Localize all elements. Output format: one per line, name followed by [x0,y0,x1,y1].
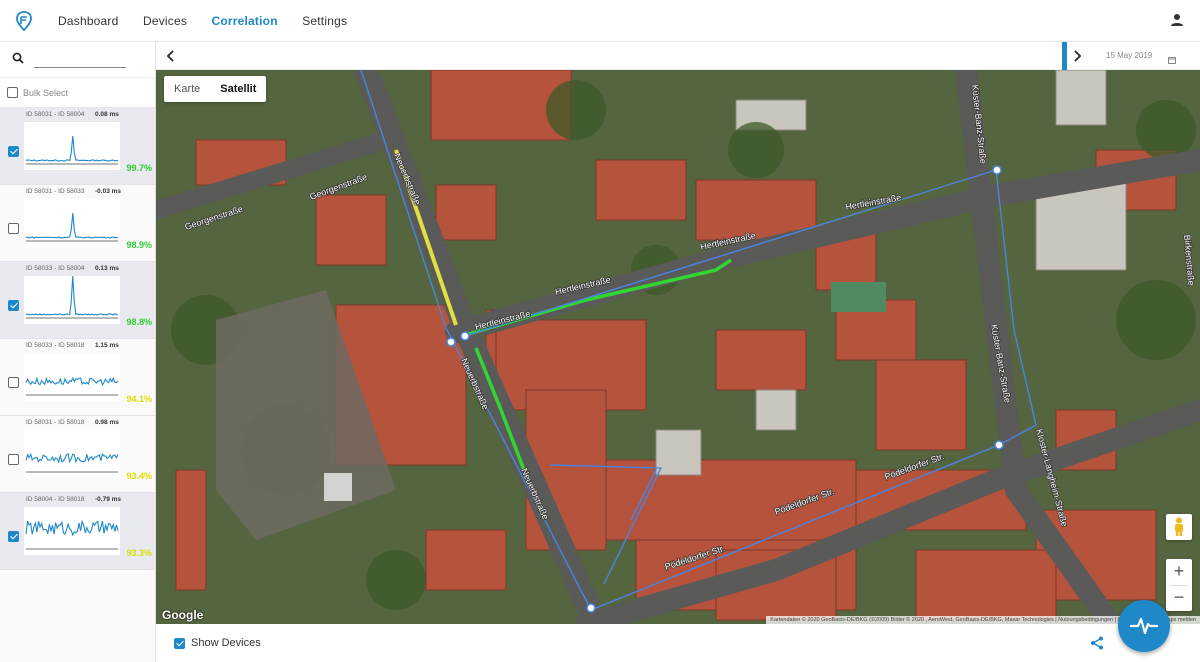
google-logo: Google [162,608,204,622]
item-checkbox[interactable] [8,146,19,157]
correlation-plot [24,276,120,324]
satellite-map[interactable]: Georgenstraße Georgenstraße Neuerbstraße… [156,70,1200,624]
time-offset-label: 0.13 ms [95,265,119,272]
date-field[interactable]: 15 May 2019 [1106,51,1152,60]
item-checkbox[interactable] [8,300,19,311]
correlation-percentage: 94.1% [126,394,152,404]
item-checkbox-wrap [8,221,19,239]
correlation-plot [24,353,120,401]
item-checkbox[interactable] [8,377,19,388]
list-item[interactable]: ID 58031 - ID 58004 0.08 ms 99.7% [0,108,155,185]
zoom-divider [1170,585,1188,586]
device-pair-label: ID 58031 - ID 58004 [26,111,85,118]
nav-dashboard[interactable]: Dashboard [58,14,119,28]
zoom-out-button[interactable]: − [1166,585,1192,611]
list-item[interactable]: ID 58004 - ID 58018 -0.79 ms 93.3% [0,493,155,570]
search-icon [12,51,24,69]
time-offset-label: -0.03 ms [95,188,122,195]
list-item[interactable]: ID 58031 - ID 58018 0.98 ms 93.4% [0,416,155,493]
correlation-percentage: 99.7% [126,163,152,173]
device-pair-label: ID 58033 - ID 58004 [26,265,85,272]
time-offset-label: 0.08 ms [95,111,119,118]
show-devices-label: Show Devices [191,637,261,649]
logo-icon[interactable] [14,10,34,31]
correlation-list-panel: Bulk Select ID 58031 - ID 58004 0.08 ms 99… [0,42,156,662]
item-checkbox[interactable] [8,531,19,542]
show-devices-checkbox[interactable] [174,637,185,649]
map-imagery: Georgenstraße Georgenstraße Neuerbstraße… [156,70,1200,624]
time-offset-label: 0.98 ms [95,419,119,426]
correlation-percentage: 98.9% [126,240,152,250]
nav-correlation[interactable]: Correlation [212,14,278,28]
device-pair-label: ID 58031 - ID 58018 [26,419,85,426]
map-footer: Show Devices [156,624,1200,662]
item-checkbox-wrap [8,529,19,547]
device-pair-label: ID 58004 - ID 58018 [26,496,85,503]
plot-line [25,276,119,316]
bulk-select-row[interactable]: Bulk Select [0,78,155,108]
plot-line [25,135,119,162]
zoom-controls: + − [1166,559,1192,611]
bulk-select-checkbox[interactable] [7,87,18,98]
correlation-plot [24,430,120,478]
item-checkbox[interactable] [8,454,19,465]
top-navigation-bar: Dashboard Devices Correlation Settings [0,0,1200,42]
list-item[interactable]: ID 58031 - ID 58033 -0.03 ms 98.9% [0,185,155,262]
correlation-percentage: 93.4% [126,471,152,481]
calendar-icon[interactable] [1168,51,1176,69]
plot-line [25,376,119,387]
correlation-percentage: 93.3% [126,548,152,558]
correlation-plot [24,122,120,170]
item-checkbox-wrap [8,298,19,316]
time-offset-label: -0.79 ms [95,496,122,503]
item-checkbox[interactable] [8,223,19,234]
bulk-select-label: Bulk Select [23,87,69,98]
map-type-toggle: Karte Satellit [164,76,267,102]
device-pair-label: ID 58031 - ID 58033 [26,188,85,195]
activity-icon [1130,617,1158,635]
zoom-in-button[interactable]: + [1166,559,1192,585]
item-checkbox-wrap [8,452,19,470]
show-devices-toggle[interactable]: Show Devices [174,637,261,649]
item-checkbox-wrap [8,144,19,162]
correlation-percentage: 98.8% [126,317,152,327]
chevron-right-icon[interactable] [1072,49,1082,67]
search-input[interactable] [34,51,126,68]
plot-line [25,212,119,239]
device-pair-label: ID 58033 - ID 58018 [26,342,85,349]
map-type-karte-button[interactable]: Karte [164,76,210,102]
correlation-plot [24,199,120,247]
correlation-plot [24,507,120,555]
search-row [0,42,155,78]
list-item[interactable]: ID 58033 - ID 58018 1.15 ms 94.1% [0,339,155,416]
plot-line [25,452,119,464]
timeline-marker[interactable] [1062,42,1067,70]
user-icon[interactable] [1170,13,1184,32]
nav-devices[interactable]: Devices [143,14,187,28]
share-icon[interactable] [1090,636,1104,655]
time-offset-label: 1.15 ms [95,342,119,349]
item-checkbox-wrap [8,375,19,393]
list-item[interactable]: ID 58033 - ID 58004 0.13 ms 98.8% [0,262,155,339]
main-nav: Dashboard Devices Correlation Settings [48,12,357,30]
pegman-icon[interactable] [1166,514,1192,540]
chevron-left-icon[interactable] [166,49,176,67]
plot-line [25,519,119,537]
activity-button[interactable] [1118,600,1170,652]
map-type-satellit-button[interactable]: Satellit [210,76,266,102]
nav-settings[interactable]: Settings [302,14,347,28]
map-toolbar: 15 May 2019 [156,42,1200,70]
